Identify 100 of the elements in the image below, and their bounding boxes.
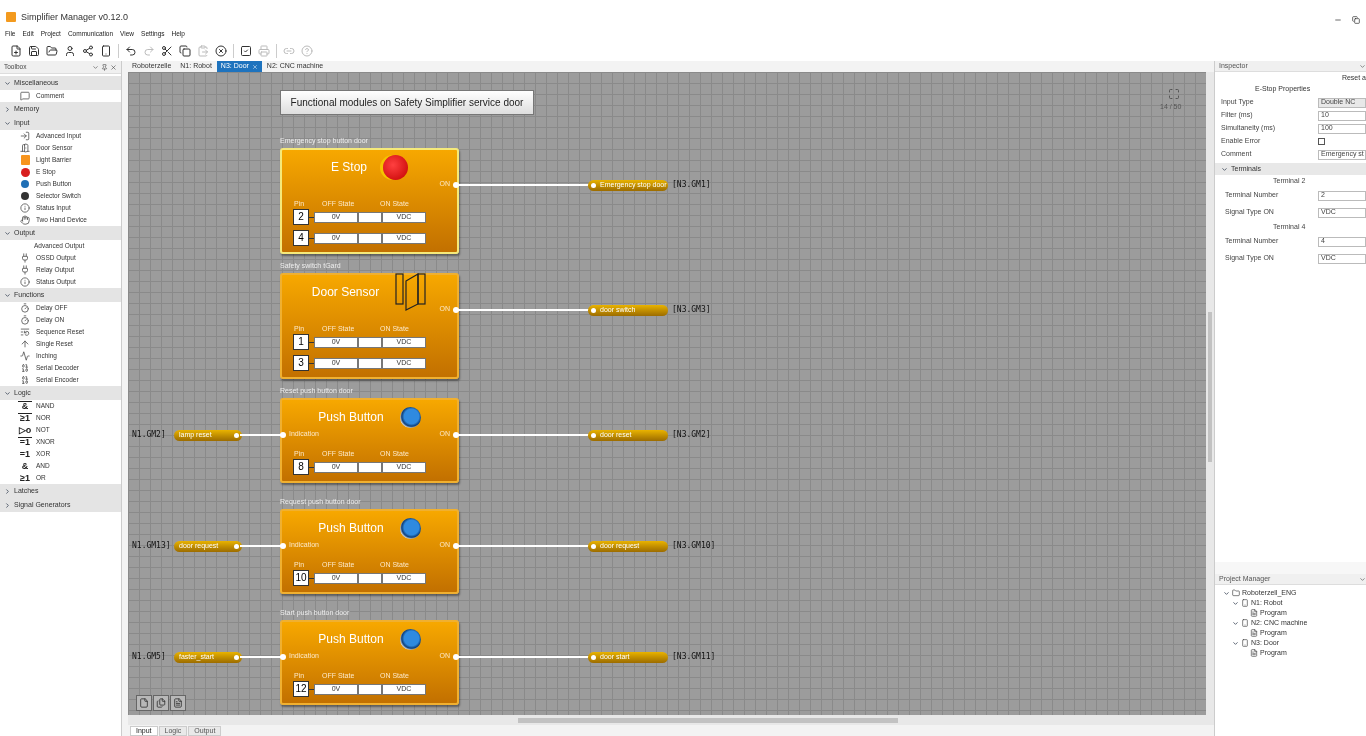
pin-number: 10 (293, 570, 309, 586)
folder-icon[interactable] (46, 44, 58, 57)
pin-number: 8 (293, 459, 309, 475)
module-title: Push Button (318, 631, 384, 648)
dropdown-icon[interactable] (1359, 62, 1366, 70)
app-logo-icon (6, 12, 16, 23)
blank-field[interactable] (358, 232, 382, 244)
canvas-title[interactable]: Functional modules on Safety Simplifier service door (280, 90, 534, 115)
page-button[interactable] (170, 695, 186, 711)
door-icon (395, 273, 428, 311)
info-icon (20, 203, 30, 213)
page-icon (173, 698, 183, 708)
push-button-icon (399, 406, 421, 428)
printer-icon[interactable] (258, 44, 270, 57)
scrollbar-thumb[interactable] (1208, 312, 1212, 462)
reset-icon (20, 327, 30, 337)
wire (240, 434, 282, 436)
door-icon (20, 143, 30, 153)
hand-icon (20, 215, 30, 225)
scrollbar-thumb[interactable] (518, 717, 898, 723)
window-title: Simplifier Manager v0.12.0 (21, 10, 129, 24)
logic-symbol: & (20, 461, 30, 471)
push-button-icon (399, 628, 421, 650)
pin-number: 2 (293, 209, 309, 225)
timer-icon (20, 303, 30, 313)
caret-icon[interactable] (1232, 619, 1239, 627)
module-title: Push Button (318, 409, 384, 426)
page-button[interactable] (136, 695, 152, 711)
fit-view-icon[interactable] (1168, 88, 1180, 100)
module-title: Push Button (318, 520, 384, 537)
document-icon (1250, 609, 1258, 617)
pin-number: 1 (293, 334, 309, 350)
info-icon (20, 277, 30, 287)
blank-field[interactable] (358, 211, 382, 223)
emergency-stop-icon (383, 154, 408, 180)
blank-field[interactable] (358, 336, 382, 348)
dropdown-icon[interactable] (92, 63, 99, 71)
horizontal-scrollbar[interactable] (128, 715, 1214, 725)
close-icon[interactable] (110, 63, 117, 71)
device-icon (1241, 599, 1249, 607)
device-icon[interactable] (100, 44, 112, 57)
page-button[interactable] (153, 695, 169, 711)
signal-reference: N1.GM5] (132, 651, 166, 663)
blank-field[interactable] (358, 357, 382, 369)
folder-icon (1232, 589, 1240, 597)
pulse-icon (20, 351, 30, 361)
checkbox-icon[interactable] (240, 44, 252, 57)
document-icon (1250, 649, 1258, 657)
close-icon[interactable] (251, 63, 258, 70)
wire (240, 545, 282, 547)
page-icon (139, 698, 149, 708)
checkbox[interactable] (1318, 138, 1325, 145)
caret-icon[interactable] (4, 79, 11, 87)
module-title: Door Sensor (311, 284, 380, 301)
copy-icon[interactable] (179, 44, 191, 57)
switch-icon (21, 192, 29, 200)
logic-symbol: ▷o (18, 425, 32, 435)
device-icon (1241, 619, 1249, 627)
signal-reference: [N3.GM1] (672, 179, 711, 191)
save-icon[interactable] (28, 44, 40, 57)
input-icon (20, 131, 30, 141)
pin-number: 3 (293, 355, 309, 371)
blank-field[interactable] (358, 683, 382, 695)
logic-symbol: ≥1 (19, 473, 31, 483)
arrow-icon (20, 339, 30, 349)
pin-number: 12 (293, 681, 309, 697)
blank-field[interactable] (358, 572, 382, 584)
caret-icon[interactable] (4, 389, 11, 397)
device-icon (1241, 639, 1249, 647)
signal-reference: N1.GM2] (132, 429, 166, 441)
timer-icon (20, 315, 30, 325)
wire (240, 656, 282, 658)
vertical-scrollbar[interactable] (1206, 72, 1214, 715)
restore-icon[interactable] (1352, 16, 1360, 24)
module-title: E Stop (331, 159, 367, 176)
signal-reference: N1.GM13] (132, 540, 171, 552)
signal-reference: [N3.GM11] (672, 651, 716, 663)
delete-icon[interactable] (215, 44, 227, 57)
caret-icon[interactable] (4, 291, 11, 299)
stop-button-icon (20, 167, 30, 177)
pin-number: 4 (293, 230, 309, 246)
dropdown-icon[interactable] (1359, 575, 1366, 583)
signal-reference: [N3.GM3] (672, 304, 711, 316)
minimize-icon[interactable] (1334, 16, 1342, 24)
caret-icon[interactable] (1221, 165, 1228, 173)
redo-icon[interactable] (143, 44, 155, 57)
cut-icon[interactable] (161, 44, 173, 57)
push-button-icon (21, 180, 29, 188)
undo-icon[interactable] (125, 44, 137, 57)
network-icon[interactable] (82, 44, 94, 57)
new-file-icon[interactable] (10, 44, 22, 57)
light-barrier-icon (20, 155, 30, 165)
binary-icon (20, 363, 30, 373)
pin-icon[interactable] (101, 63, 108, 71)
signal-reference: [N3.GM10] (672, 540, 716, 552)
user-icon[interactable] (64, 44, 76, 57)
blank-field[interactable] (358, 461, 382, 473)
caret-icon[interactable] (4, 229, 11, 237)
plug-icon (20, 253, 30, 263)
caret-icon[interactable] (1232, 639, 1239, 647)
